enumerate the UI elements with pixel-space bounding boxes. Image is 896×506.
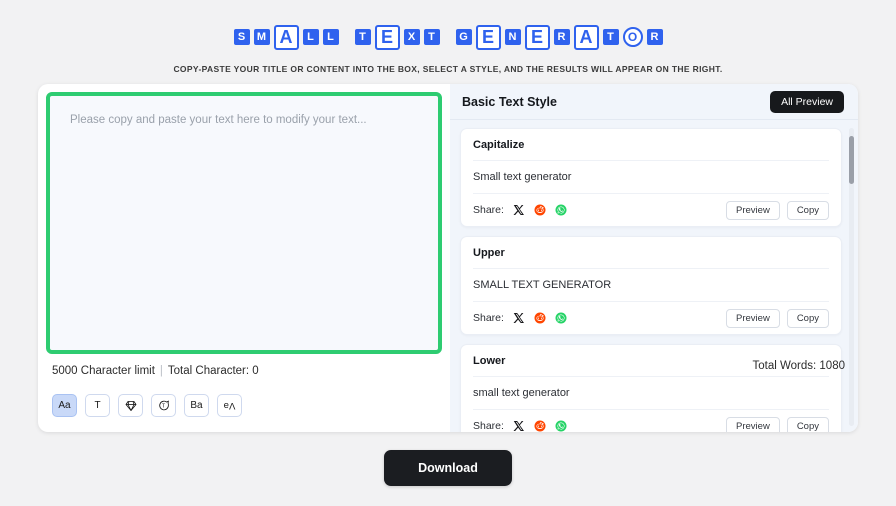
title-tile: L <box>322 29 339 45</box>
reddit-icon[interactable] <box>534 420 546 432</box>
svg-text:T: T <box>162 404 166 410</box>
title-tile: E <box>524 24 550 50</box>
bubble-text-icon-glyph: T <box>157 399 170 412</box>
preview-column: Basic Text Style All Preview Capitalize S… <box>450 84 858 432</box>
share-icon-group <box>513 204 567 216</box>
bubble-text-icon[interactable]: T <box>151 394 176 417</box>
title-tile: R <box>646 29 663 45</box>
page-header: SMALLTEXTGENERATOR COPY-PASTE YOUR TITLE… <box>0 0 896 74</box>
whatsapp-icon[interactable] <box>555 312 567 324</box>
reddit-icon[interactable] <box>534 312 546 324</box>
total-character-label: Total Character: 0 <box>167 365 259 377</box>
title-tile: L <box>302 29 319 45</box>
preview-button[interactable]: Preview <box>726 416 780 432</box>
main-panel: Please copy and paste your text here to … <box>38 84 858 432</box>
x-twitter-icon[interactable] <box>513 312 525 324</box>
page-subtitle: COPY-PASTE YOUR TITLE OR CONTENT INTO TH… <box>173 64 723 74</box>
style-card-actions: Share: Preview Copy <box>473 410 829 432</box>
font-style-icon-glyph: Aa <box>58 400 71 411</box>
title-tile: O <box>622 27 643 47</box>
preview-header: Basic Text Style All Preview <box>450 84 858 120</box>
char-limit-label: 5000 Character limit <box>52 365 155 377</box>
title-tile: T <box>423 29 440 45</box>
style-card-buttons: Preview Copy <box>726 200 829 220</box>
title-tile: R <box>553 29 570 45</box>
flip-text-icon[interactable]: eV <box>217 394 242 417</box>
style-card-sample-text: small text generator <box>473 377 829 410</box>
style-card-label: Capitalize <box>473 129 829 161</box>
title-tile: M <box>253 29 270 45</box>
share-icon-group <box>513 312 567 324</box>
text-input-area[interactable]: Please copy and paste your text here to … <box>46 92 442 354</box>
share-label: Share: <box>473 312 504 324</box>
style-card-sample-text: SMALL TEXT GENERATOR <box>473 269 829 302</box>
bold-icon[interactable]: Ba <box>184 394 209 417</box>
style-card: Lower small text generator Share: Preview Co… <box>460 344 842 432</box>
style-card-sample-text: Small text generator <box>473 161 829 194</box>
copy-button[interactable]: Copy <box>786 416 829 432</box>
character-counter-row: 5000 Character limit | Total Character: … <box>46 354 442 388</box>
style-cards-list[interactable]: Capitalize Small text generator Share: Prev… <box>450 120 858 432</box>
title-tile: E <box>475 24 501 50</box>
download-section: Download <box>0 450 896 486</box>
whatsapp-icon[interactable] <box>555 204 567 216</box>
title-tile: A <box>273 24 299 50</box>
font-style-icon[interactable]: Aa <box>52 394 77 417</box>
style-card: Capitalize Small text generator Share: Prev… <box>460 128 842 227</box>
title-tile: A <box>573 24 599 50</box>
editor-column: Please copy and paste your text here to … <box>38 84 450 432</box>
title-tile: T <box>354 29 371 45</box>
x-twitter-icon[interactable] <box>513 420 525 432</box>
title-tile: S <box>233 29 250 45</box>
text-icon-glyph: T <box>94 400 101 411</box>
share-label: Share: <box>473 204 504 216</box>
total-words-label: Total Words: 1080 <box>752 360 845 372</box>
preview-title: Basic Text Style <box>462 94 557 109</box>
x-twitter-icon[interactable] <box>513 204 525 216</box>
text-icon[interactable]: T <box>85 394 110 417</box>
flip-text-icon-glyph: eV <box>223 400 236 411</box>
style-card: Upper SMALL TEXT GENERATOR Share: Preview Co… <box>460 236 842 335</box>
title-tile: N <box>504 29 521 45</box>
preview-button[interactable]: Preview <box>726 200 780 220</box>
title-tile: E <box>374 24 400 50</box>
style-card-buttons: Preview Copy <box>726 416 829 432</box>
style-card-actions: Share: Preview Copy <box>473 302 829 334</box>
page-title: SMALLTEXTGENERATOR <box>0 22 896 52</box>
share-label: Share: <box>473 420 504 432</box>
diamond-icon-glyph <box>125 400 137 412</box>
preview-button[interactable]: Preview <box>726 308 780 328</box>
preview-scrollbar-thumb[interactable] <box>849 136 854 184</box>
style-card-buttons: Preview Copy <box>726 308 829 328</box>
reddit-icon[interactable] <box>534 204 546 216</box>
preview-scrollbar[interactable] <box>849 128 854 426</box>
text-input-placeholder: Please copy and paste your text here to … <box>70 114 367 126</box>
counter-separator: | <box>159 365 163 377</box>
share-icon-group <box>513 420 567 432</box>
style-card-label: Upper <box>473 237 829 269</box>
whatsapp-icon[interactable] <box>555 420 567 432</box>
bold-icon-glyph: Ba <box>190 400 203 411</box>
style-card-actions: Share: Preview Copy <box>473 194 829 226</box>
title-tile: X <box>403 29 420 45</box>
copy-button[interactable]: Copy <box>786 200 829 220</box>
title-tile: T <box>602 29 619 45</box>
title-tile: G <box>455 29 472 45</box>
style-toolbar: Aa T T Ba eV <box>46 388 442 417</box>
diamond-icon[interactable] <box>118 394 143 417</box>
all-preview-button[interactable]: All Preview <box>770 90 844 113</box>
download-button[interactable]: Download <box>384 450 512 486</box>
copy-button[interactable]: Copy <box>786 308 829 328</box>
